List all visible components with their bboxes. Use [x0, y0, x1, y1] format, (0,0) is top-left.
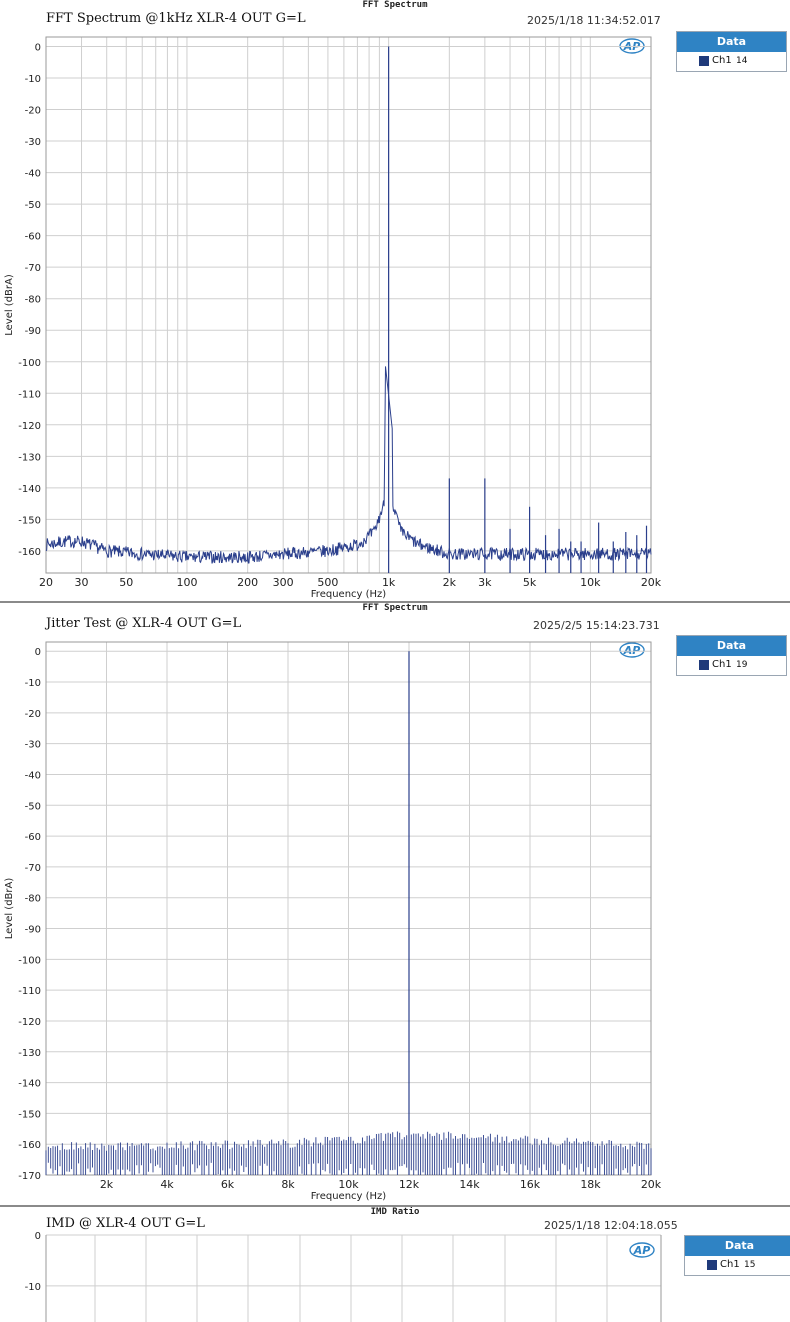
x-tick-label: 5k — [523, 576, 537, 589]
y-tick-label: -50 — [25, 200, 41, 211]
x-tick-label: 10k — [580, 576, 601, 589]
y-axis-label: Level (dBrA) — [4, 878, 15, 940]
y-tick-label: -70 — [25, 263, 41, 274]
y-tick-label: -90 — [25, 326, 41, 337]
y-tick-label: 0 — [35, 42, 41, 53]
y-tick-label: -10 — [25, 678, 41, 689]
y-tick-label: -30 — [25, 740, 41, 751]
y-tick-label: -50 — [25, 801, 41, 812]
x-tick-label: 200 — [237, 576, 258, 589]
x-tick-label: 3k — [478, 576, 492, 589]
y-tick-label: -10 — [25, 74, 41, 85]
x-tick-label: 20k — [641, 1178, 662, 1191]
y-tick-label: -150 — [18, 515, 41, 526]
y-tick-label: -10 — [25, 1282, 41, 1293]
y-tick-label: 0 — [35, 1231, 41, 1242]
y-tick-label: -140 — [18, 1079, 41, 1090]
x-tick-label: 300 — [273, 576, 294, 589]
y-tick-label: -170 — [18, 1171, 41, 1182]
plot-area — [45, 36, 652, 574]
x-tick-label: 12k — [399, 1178, 420, 1191]
series-line — [45, 1131, 652, 1175]
y-tick-label: -150 — [18, 1109, 41, 1120]
x-axis-label: Frequency (Hz) — [311, 1191, 387, 1202]
x-tick-label: 30 — [75, 576, 89, 589]
x-tick-label: 10k — [338, 1178, 359, 1191]
y-tick-label: -20 — [25, 106, 41, 117]
jitter-test-chart: 0 -10 -20 -30 -40 -50 -60 -70 -80 -90 -100 -110 -120… — [4, 641, 662, 1202]
y-tick-label: -80 — [25, 295, 41, 306]
x-tick-label: 14k — [459, 1178, 480, 1191]
x-tick-label: 16k — [520, 1178, 541, 1191]
x-tick-label: 100 — [176, 576, 197, 589]
y-tick-label: -80 — [25, 894, 41, 905]
y-tick-label: -120 — [18, 1017, 41, 1028]
y-tick-label: -100 — [18, 358, 41, 369]
x-tick-label: 20 — [39, 576, 53, 589]
y-tick-label: 0 — [35, 647, 41, 658]
x-tick-label: 18k — [580, 1178, 601, 1191]
y-tick-label: -110 — [18, 389, 41, 400]
y-tick-label: -30 — [25, 137, 41, 148]
x-axis-label: Frequency (Hz) — [311, 589, 387, 600]
imd-chart: 0-10-20 — [25, 1231, 662, 1322]
x-tick-label: 1k — [382, 576, 396, 589]
y-tick-label: -160 — [18, 1140, 41, 1151]
fft-spectrum-chart: 0 -10 -20 -30 -40 -50 -60 -70 -80 -90 -100 -110 -120… — [4, 36, 662, 600]
imd-panel: IMD Ratio IMD @ XLR-4 OUT G=L 2025/1/18 … — [0, 1207, 790, 1322]
y-tick-label: -130 — [18, 1048, 41, 1059]
x-tick-label: 50 — [119, 576, 133, 589]
y-tick-label: -90 — [25, 925, 41, 936]
fft-spectrum-panel: FFT Spectrum FFT Spectrum @1kHz XLR-4 OU… — [0, 0, 790, 602]
y-tick-label: -60 — [25, 232, 41, 243]
y-tick-label: -140 — [18, 484, 41, 495]
x-tick-label: 2k — [443, 576, 457, 589]
x-tick-label: 20k — [641, 576, 662, 589]
y-tick-label: -40 — [25, 169, 41, 180]
x-tick-label: 6k — [221, 1178, 235, 1191]
y-tick-label: -120 — [18, 421, 41, 432]
y-tick-label: -130 — [18, 452, 41, 463]
y-tick-label: -20 — [25, 709, 41, 720]
y-axis-label: Level (dBrA) — [4, 274, 15, 336]
x-tick-label: 500 — [317, 576, 338, 589]
y-tick-label: -160 — [18, 547, 41, 558]
jitter-test-panel: FFT Spectrum Jitter Test @ XLR-4 OUT G=L… — [0, 603, 790, 1205]
x-tick-label: 8k — [281, 1178, 295, 1191]
y-tick-label: -60 — [25, 832, 41, 843]
series-line — [45, 366, 652, 564]
x-tick-label: 2k — [100, 1178, 114, 1191]
y-tick-label: -100 — [18, 955, 41, 966]
y-tick-label: -40 — [25, 770, 41, 781]
y-tick-label: -110 — [18, 986, 41, 997]
y-tick-label: -70 — [25, 863, 41, 874]
x-tick-label: 4k — [160, 1178, 174, 1191]
